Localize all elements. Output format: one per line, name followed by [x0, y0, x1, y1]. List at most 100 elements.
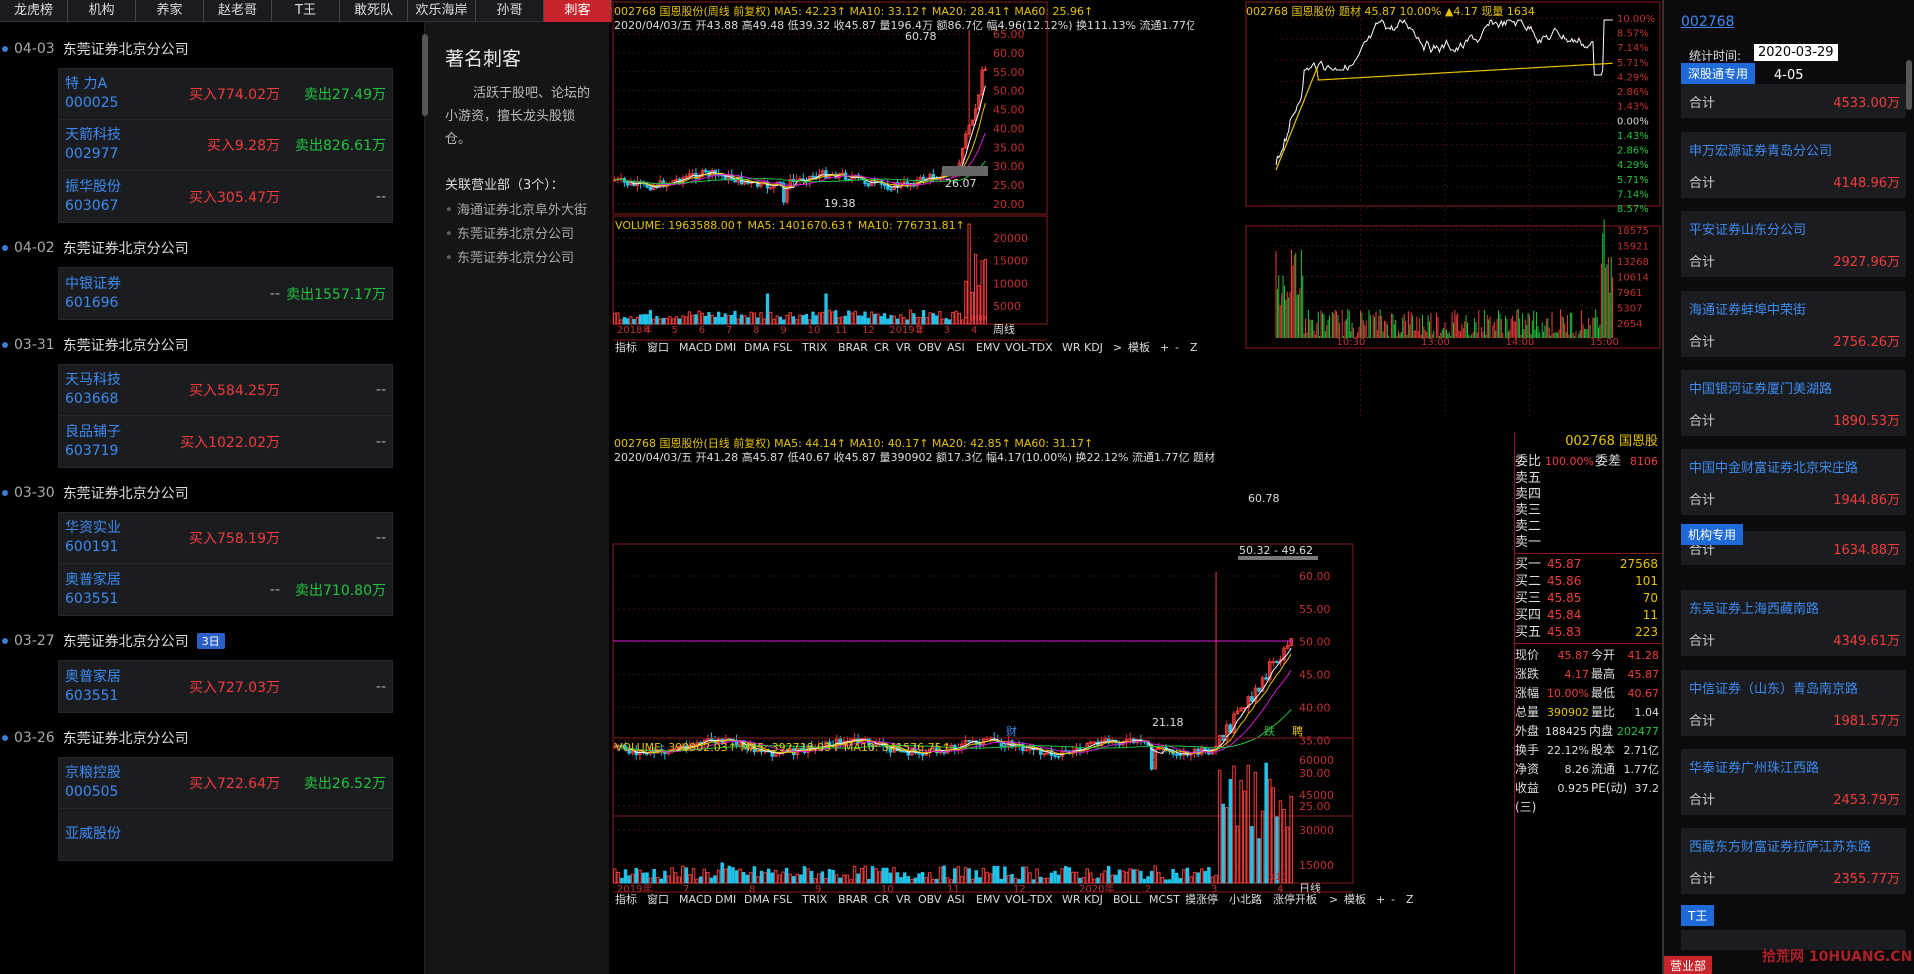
indicator-tab[interactable]: FSL — [773, 341, 793, 354]
stock-name[interactable]: 华资实业 — [65, 519, 175, 538]
indicator-tab[interactable]: CR — [874, 341, 890, 354]
stock-row[interactable]: 天箭科技 002977 买入9.28万 卖出826.61万 — [59, 120, 392, 171]
scrollbar[interactable] — [1906, 60, 1912, 110]
indicator-tab[interactable]: EMV — [976, 893, 1000, 906]
stock-row[interactable]: 良品铺子 603719 买入1022.02万 -- — [59, 416, 392, 467]
indicator-tab[interactable]: 涨停开板 — [1273, 892, 1317, 906]
related-office-item[interactable]: • 东莞证券北京分公司 — [445, 248, 603, 270]
scrollbar[interactable] — [422, 34, 428, 116]
indicator-tab[interactable]: 窗口 — [647, 892, 669, 906]
stock-name[interactable]: 振华股份 — [65, 178, 175, 197]
indicator-tab[interactable]: MCST — [1149, 893, 1180, 906]
broker-name[interactable]: 申万宏源证券青岛分公司 — [1689, 140, 1832, 159]
stock-info[interactable]: 京粮控股 000505 — [65, 764, 175, 802]
stock-row[interactable]: 天马科技 603668 买入584.25万 -- — [59, 365, 392, 416]
stock-info[interactable]: 中银证券 601696 — [65, 275, 175, 313]
stock-row[interactable]: 亚威股份 — [59, 809, 392, 860]
indicator-tab[interactable]: Z — [1190, 341, 1198, 354]
indicator-tab[interactable]: Z — [1406, 893, 1414, 906]
stock-row[interactable]: 奥普家居 603551 买入727.03万 -- — [59, 661, 392, 712]
tab-3[interactable]: 赵老哥 — [204, 0, 272, 22]
indicator-tab[interactable]: DMI — [715, 893, 736, 906]
broker-name[interactable]: 西藏东方财富证券拉萨江苏东路 — [1689, 836, 1871, 855]
stock-info[interactable]: 奥普家居 603551 — [65, 668, 175, 706]
tab-6[interactable]: 欢乐海岸 — [408, 0, 476, 22]
broker-name[interactable]: 华泰证券广州珠江西路 — [1689, 757, 1819, 776]
broker-card[interactable]: 申万宏源证券青岛分公司 合计 4148.96万 — [1681, 132, 1906, 198]
tab-4[interactable]: T王 — [272, 0, 340, 22]
broker-name[interactable]: 平安证券山东分公司 — [1689, 219, 1806, 238]
tab-0[interactable]: 龙虎榜 — [0, 0, 68, 22]
stock-info[interactable]: 良品铺子 603719 — [65, 423, 175, 461]
indicator-tab[interactable]: DMA — [744, 341, 770, 354]
related-office-item[interactable]: • 海通证券北京阜外大街 — [445, 200, 603, 222]
indicator-tab[interactable]: TRIX — [801, 341, 828, 354]
stock-info[interactable]: 特 力A 000025 — [65, 75, 175, 113]
indicator-tab[interactable]: + — [1160, 341, 1169, 354]
indicator-tab[interactable]: > — [1329, 893, 1338, 906]
indicator-tab[interactable]: DMA — [744, 893, 770, 906]
related-office-item[interactable]: • 东莞证券北京分公司 — [445, 224, 603, 246]
office-name[interactable]: 东莞证券北京分公司 — [63, 39, 189, 59]
indicator-tab[interactable]: 模板 — [1344, 892, 1366, 906]
indicator-tab[interactable]: EMV — [976, 341, 1000, 354]
stock-row[interactable]: 中银证券 601696 -- 卖出1557.17万 — [59, 268, 392, 319]
broker-name[interactable]: 海通证券蚌埠中荣街 — [1689, 299, 1806, 318]
event-marker[interactable]: 跌 — [1264, 724, 1275, 738]
intraday-chart[interactable]: 10.00% 8.57% 7.14% 5.71% 4.29% 2.86% 1.43% 0.00… — [1244, 0, 1662, 432]
indicator-tab[interactable]: MACD — [679, 341, 712, 354]
indicator-tab[interactable]: 摸涨停 — [1185, 892, 1218, 906]
indicator-tab[interactable]: TRIX — [801, 893, 828, 906]
stock-info[interactable]: 亚威股份 — [65, 825, 175, 844]
stock-info[interactable]: 奥普家居 603551 — [65, 571, 175, 609]
stock-name[interactable]: 天箭科技 — [65, 126, 175, 145]
event-marker[interactable]: 聘 — [1292, 724, 1303, 738]
broker-card[interactable]: 西藏东方财富证券拉萨江苏东路 合计 2355.77万 — [1681, 828, 1906, 894]
indicator-tab[interactable]: VR — [896, 893, 912, 906]
indicator-tab[interactable]: FSL — [773, 893, 793, 906]
stock-row[interactable]: 奥普家居 603551 -- 卖出710.80万 — [59, 564, 392, 615]
weekly-kline[interactable]: 65.00 60.00 55.00 50.00 45.00 40.00 35.00 30.00… — [612, 0, 1244, 432]
related-office-name[interactable]: 东莞证券北京分公司 — [457, 224, 574, 246]
indicator-tab[interactable]: - — [1175, 341, 1179, 354]
office-name[interactable]: 东莞证券北京分公司 — [63, 483, 189, 503]
indicator-tab[interactable]: CR — [874, 893, 890, 906]
stock-code-link[interactable]: 002768 — [1681, 14, 1734, 30]
indicator-tab[interactable]: 指标 — [615, 892, 637, 906]
indicator-tab[interactable]: ASI — [947, 341, 965, 354]
office-name[interactable]: 东莞证券北京分公司 — [63, 335, 189, 355]
tab-2[interactable]: 养家 — [136, 0, 204, 22]
tab-7[interactable]: 孙哥 — [476, 0, 544, 22]
indicator-tab[interactable]: OBV — [918, 341, 942, 354]
stock-row[interactable]: 华资实业 600191 买入758.19万 -- — [59, 513, 392, 564]
stock-row[interactable]: 京粮控股 000505 买入722.64万 卖出26.52万 — [59, 758, 392, 809]
broker-name[interactable]: 中信证券（山东）青岛南京路 — [1689, 678, 1858, 697]
tab-1[interactable]: 机构 — [68, 0, 136, 22]
indicator-tab[interactable]: 小北路 — [1229, 893, 1262, 906]
stock-row[interactable]: 特 力A 000025 买入774.02万 卖出27.49万 — [59, 69, 392, 120]
office-tab[interactable]: 营业部 — [1664, 956, 1713, 974]
broker-name[interactable]: 东吴证券上海西藏南路 — [1689, 598, 1819, 617]
indicator-tab[interactable]: DMI — [715, 341, 736, 354]
broker-card[interactable]: 海通证券蚌埠中荣街 合计 2756.26万 — [1681, 291, 1906, 357]
indicator-tab[interactable]: VOL-TDX — [1005, 341, 1053, 354]
broker-card[interactable]: 合计 4533.00万 — [1681, 84, 1906, 118]
stock-name[interactable]: 亚威股份 — [65, 825, 175, 844]
stock-name[interactable]: 奥普家居 — [65, 571, 175, 590]
broker-name[interactable]: 中国中金财富证券北京宋庄路 — [1689, 457, 1858, 476]
stock-info[interactable]: 华资实业 600191 — [65, 519, 175, 557]
stock-info[interactable]: 振华股份 603067 — [65, 178, 175, 216]
broker-name[interactable]: 中国银河证券厦门美湖路 — [1689, 378, 1832, 397]
stock-row[interactable]: 振华股份 603067 买入305.47万 -- — [59, 171, 392, 222]
related-office-name[interactable]: 东莞证券北京分公司 — [457, 248, 574, 270]
stat-date-field[interactable]: 2020-03-29 — [1754, 44, 1838, 61]
indicator-tab[interactable]: KDJ — [1084, 341, 1103, 354]
indicator-tab[interactable]: 模板 — [1128, 340, 1150, 354]
office-name[interactable]: 东莞证券北京分公司 — [63, 728, 189, 748]
indicator-tab[interactable]: VOL-TDX — [1005, 893, 1053, 906]
stock-info[interactable]: 天箭科技 002977 — [65, 126, 175, 164]
indicator-tab[interactable]: MACD — [679, 893, 712, 906]
related-office-name[interactable]: 海通证券北京阜外大街 — [457, 200, 587, 222]
stock-name[interactable]: 京粮控股 — [65, 764, 175, 783]
stock-name[interactable]: 特 力A — [65, 75, 175, 94]
